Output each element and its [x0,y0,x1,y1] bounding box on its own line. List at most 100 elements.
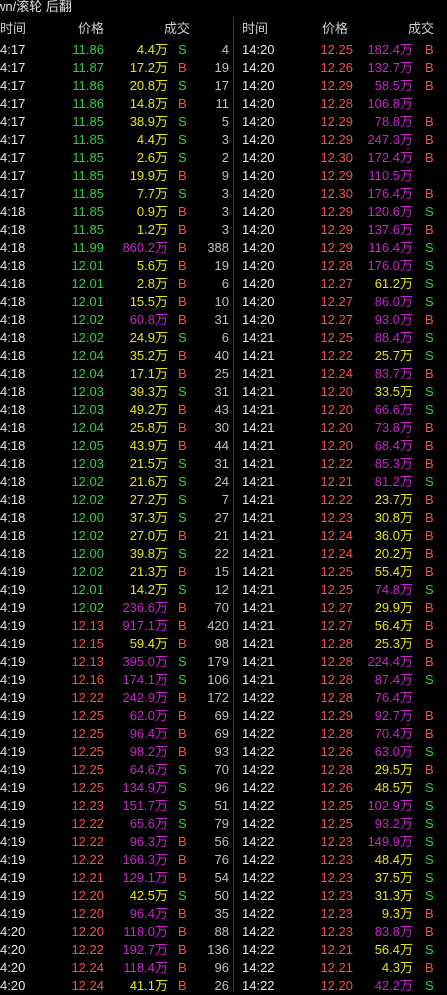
tick-time: 14:20 [242,276,275,291]
tick-side: S [425,978,434,993]
tick-row: 14:22 12.26 48.5万 S [0,779,447,797]
tick-price: 12.23 [320,870,353,885]
tick-row: 14:20 12.29 247.3万 B [0,131,447,149]
tick-price: 12.26 [320,744,353,759]
tick-row: 14:20 12.28 106.8万 [0,95,447,113]
tick-row: 14:20 12.29 120.6万 S [0,203,447,221]
tick-amount: 55.4万 [374,564,413,579]
tick-price: 12.29 [320,204,353,219]
tick-row: 14:20 12.26 132.7万 B [0,59,447,77]
tick-row: 14:22 12.21 4.3万 B [0,959,447,977]
tick-row: 14:20 12.27 61.2万 S [0,275,447,293]
tick-side: B [425,438,434,453]
tick-price: 12.20 [320,384,353,399]
tick-price: 12.21 [320,474,353,489]
tick-amount: 23.7万 [374,492,413,507]
tick-time: 14:21 [242,492,275,507]
tick-time: 14:22 [242,762,275,777]
tick-time: 14:20 [242,204,275,219]
header-time-right: 时间 [242,21,269,36]
tick-price: 12.24 [320,528,353,543]
tick-side: S [425,798,434,813]
tick-price: 12.23 [320,924,353,939]
tick-row: 14:22 12.29 92.7万 B [0,707,447,725]
tick-row: 14:21 12.21 81.2万 S [0,473,447,491]
tick-row: 14:22 12.25 93.2万 S [0,815,447,833]
tick-side: B [425,114,434,129]
tick-side: B [425,960,434,975]
tick-time: 14:20 [242,150,275,165]
tick-side: B [425,366,434,381]
tick-price: 12.22 [320,456,353,471]
tick-price: 12.25 [320,798,353,813]
tick-side: S [425,240,434,255]
tick-row: 14:21 12.22 23.7万 B [0,491,447,509]
tick-row: 14:22 12.23 48.4万 S [0,851,447,869]
tick-time: 14:21 [242,438,275,453]
tick-row: 14:20 12.25 182.4万 B [0,41,447,59]
tick-row: 14:20 12.27 93.0万 B [0,311,447,329]
tick-time: 14:22 [242,726,275,741]
tick-row: 14:22 12.26 63.0万 S [0,743,447,761]
tick-amount: 83.8万 [374,924,413,939]
tick-row: 14:21 12.25 55.4万 B [0,563,447,581]
tick-time: 14:21 [242,456,275,471]
tick-row: 14:21 12.22 85.3万 B [0,455,447,473]
window-title: wn/滚轮 后翻 [0,0,72,14]
tick-amount: 87.4万 [374,672,413,687]
tick-price: 12.25 [320,330,353,345]
tick-side: S [425,348,434,363]
tick-row: 14:22 12.23 37.5万 S [0,869,447,887]
tick-row: 14:22 12.23 149.9万 S [0,833,447,851]
tick-side: S [425,474,434,489]
tick-price: 12.29 [320,132,353,147]
tick-amount: 85.3万 [374,456,413,471]
tick-list-right[interactable]: 14:20 12.25 182.4万 B 14:20 12.26 132.7万 B 14:20 1… [0,41,447,995]
tick-side: S [425,330,434,345]
tick-row: 14:22 12.21 56.4万 S [0,941,447,959]
tick-amount: 58.5万 [374,78,413,93]
tick-amount: 93.0万 [374,312,413,327]
tick-side: S [425,744,434,759]
tick-side: B [425,762,434,777]
tick-time: 14:21 [242,564,275,579]
tick-row: 14:21 12.27 56.4万 B [0,617,447,635]
tick-row: 14:22 12.23 83.8万 B [0,923,447,941]
tick-time: 14:20 [242,312,275,327]
tick-row: 14:20 12.30 176.4万 B [0,185,447,203]
tick-amount: 86.0万 [374,294,413,309]
tick-price: 12.24 [320,366,353,381]
tick-amount: 137.6万 [367,222,413,237]
tick-amount: 68.4万 [374,438,413,453]
tick-price: 12.29 [320,78,353,93]
tick-row: 14:21 12.27 29.9万 B [0,599,447,617]
tick-amount: 74.8万 [374,582,413,597]
tick-amount: 110.5万 [368,168,413,183]
tick-row: 14:21 12.24 36.0万 B [0,527,447,545]
tick-price: 12.20 [320,420,353,435]
tick-amount: 102.9万 [367,798,413,813]
tick-price: 12.27 [320,618,353,633]
tick-price: 12.23 [320,834,353,849]
tick-amount: 25.3万 [374,636,413,651]
tick-time: 14:21 [242,546,275,561]
header-price-right: 价格 [322,21,349,36]
tick-price: 12.20 [320,438,353,453]
tick-time: 14:22 [242,852,275,867]
tick-row: 14:22 12.28 76.4万 [0,689,447,707]
tick-amount: 182.4万 [367,42,413,57]
tick-side: S [425,888,434,903]
tick-amount: 48.5万 [374,780,413,795]
tick-side: B [425,492,434,507]
tick-price: 12.28 [320,258,353,273]
tick-row: 14:22 12.23 9.3万 B [0,905,447,923]
tick-side: S [425,258,434,273]
tick-price: 12.28 [320,654,353,669]
tick-time: 14:21 [242,672,275,687]
tick-side: B [425,906,434,921]
tick-time: 14:21 [242,330,275,345]
tick-amount: 25.7万 [374,348,413,363]
tick-price: 12.23 [320,888,353,903]
tick-amount: 73.8万 [374,420,413,435]
tick-price: 12.29 [320,240,353,255]
